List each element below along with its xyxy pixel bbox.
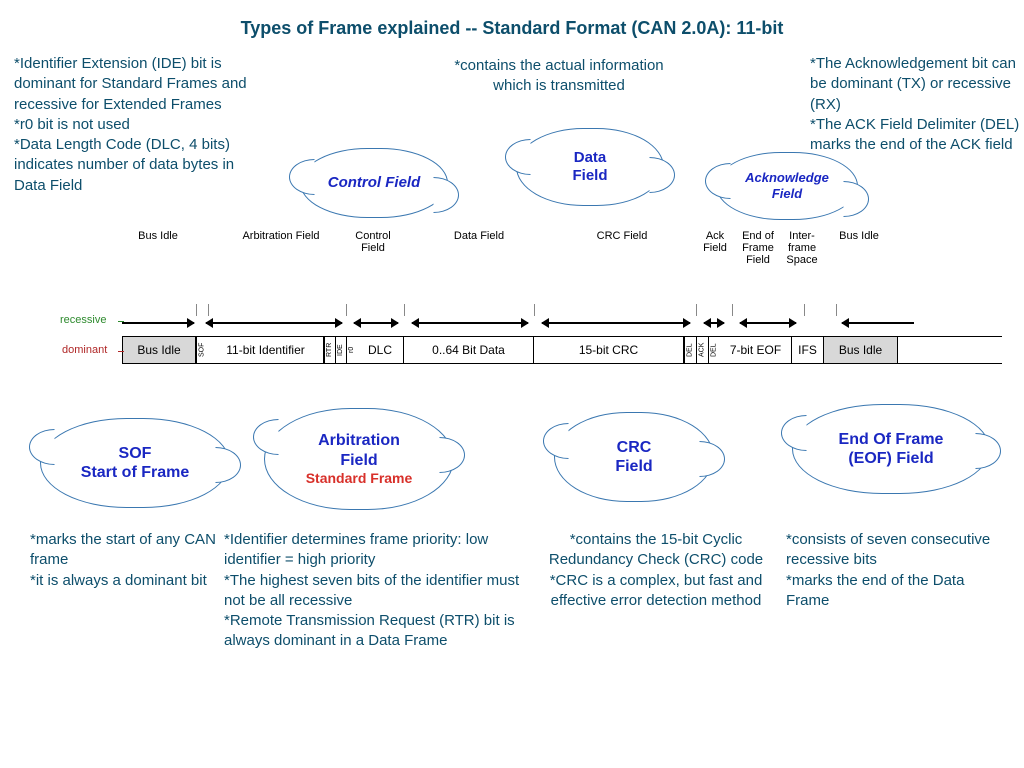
cloud-data: DataField bbox=[516, 128, 664, 206]
box-crc: 15-bit CRC bbox=[534, 337, 684, 363]
line-recessive bbox=[118, 321, 124, 322]
box-busidle-r: Bus Idle bbox=[824, 337, 898, 363]
box-identifier: 11-bit Identifier bbox=[208, 337, 324, 363]
box-r0: r0 bbox=[346, 337, 357, 363]
cloud-crc: CRCField bbox=[554, 412, 714, 502]
arrow-eof bbox=[740, 322, 796, 324]
note-control: *Identifier Extension (IDE) bit is domin… bbox=[14, 54, 266, 196]
arrow-data bbox=[412, 322, 528, 324]
sec-control: ControlField bbox=[350, 230, 396, 254]
sec-data: Data Field bbox=[424, 230, 534, 242]
note-arb: *Identifier determines frame priority: l… bbox=[224, 530, 524, 652]
note-crc: *contains the 15-bit Cyclic Redundancy C… bbox=[548, 530, 764, 611]
label-dominant: dominant bbox=[62, 344, 107, 356]
cloud-eof: End Of Frame(EOF) Field bbox=[792, 404, 990, 494]
box-ifs: IFS bbox=[792, 337, 824, 363]
box-del1: DEL bbox=[684, 337, 696, 363]
arrow-crc bbox=[542, 322, 690, 324]
cloud-control-label: Control Field bbox=[328, 174, 421, 192]
arrow-control bbox=[354, 322, 398, 324]
box-busidle-l: Bus Idle bbox=[122, 337, 196, 363]
note-ack: *The Acknowledgement bit can be dominant… bbox=[810, 54, 1020, 155]
note-data: *contains the actual information which i… bbox=[454, 56, 664, 97]
cloud-arb-sub: Standard Frame bbox=[306, 470, 413, 487]
label-recessive: recessive bbox=[60, 314, 106, 326]
cloud-arb-title: ArbitrationField bbox=[318, 431, 400, 469]
arrow-busidle-r bbox=[842, 322, 914, 324]
arrow-busidle-l bbox=[122, 322, 194, 324]
page-title: Types of Frame explained -- Standard For… bbox=[0, 18, 1024, 39]
frame-boxes: Bus Idle SOF 11-bit Identifier RTR IDE r… bbox=[122, 336, 1002, 364]
sec-ack: AckField bbox=[697, 230, 733, 254]
sec-crc: CRC Field bbox=[562, 230, 682, 242]
note-eof: *consists of seven consecutive recessive… bbox=[786, 530, 1006, 611]
cloud-data-label: DataField bbox=[572, 149, 607, 185]
note-sof: *marks the start of any CAN frame *it is… bbox=[30, 530, 220, 591]
box-del2: DEL bbox=[708, 337, 720, 363]
box-ide: IDE bbox=[335, 337, 346, 363]
line-dominant bbox=[118, 351, 124, 352]
sec-arb: Arbitration Field bbox=[222, 230, 340, 242]
arrow-ack bbox=[704, 322, 724, 324]
cloud-crc-label: CRCField bbox=[615, 438, 652, 476]
cloud-arb: ArbitrationField Standard Frame bbox=[264, 408, 454, 510]
box-dlc: DLC bbox=[357, 337, 404, 363]
cloud-ack: AcknowledgeField bbox=[716, 152, 858, 220]
sec-busidle-l: Bus Idle bbox=[128, 230, 188, 242]
box-ack: ACK bbox=[696, 337, 708, 363]
sec-eof: End ofFrameField bbox=[735, 230, 781, 266]
box-sof: SOF bbox=[196, 337, 208, 363]
box-eof: 7-bit EOF bbox=[720, 337, 792, 363]
cloud-sof: SOFStart of Frame bbox=[40, 418, 230, 508]
sec-ifs: Inter-frameSpace bbox=[782, 230, 822, 266]
sec-busidle-r: Bus Idle bbox=[828, 230, 890, 242]
box-data: 0..64 Bit Data bbox=[404, 337, 534, 363]
cloud-control: Control Field bbox=[300, 148, 448, 218]
cloud-ack-label: AcknowledgeField bbox=[745, 170, 829, 201]
cloud-sof-label: SOFStart of Frame bbox=[81, 444, 189, 482]
frame-strip: Bus Idle Arbitration Field ControlField … bbox=[122, 280, 1002, 364]
cloud-eof-label: End Of Frame(EOF) Field bbox=[839, 430, 944, 468]
arrow-arb bbox=[206, 322, 342, 324]
box-rtr: RTR bbox=[324, 337, 335, 363]
